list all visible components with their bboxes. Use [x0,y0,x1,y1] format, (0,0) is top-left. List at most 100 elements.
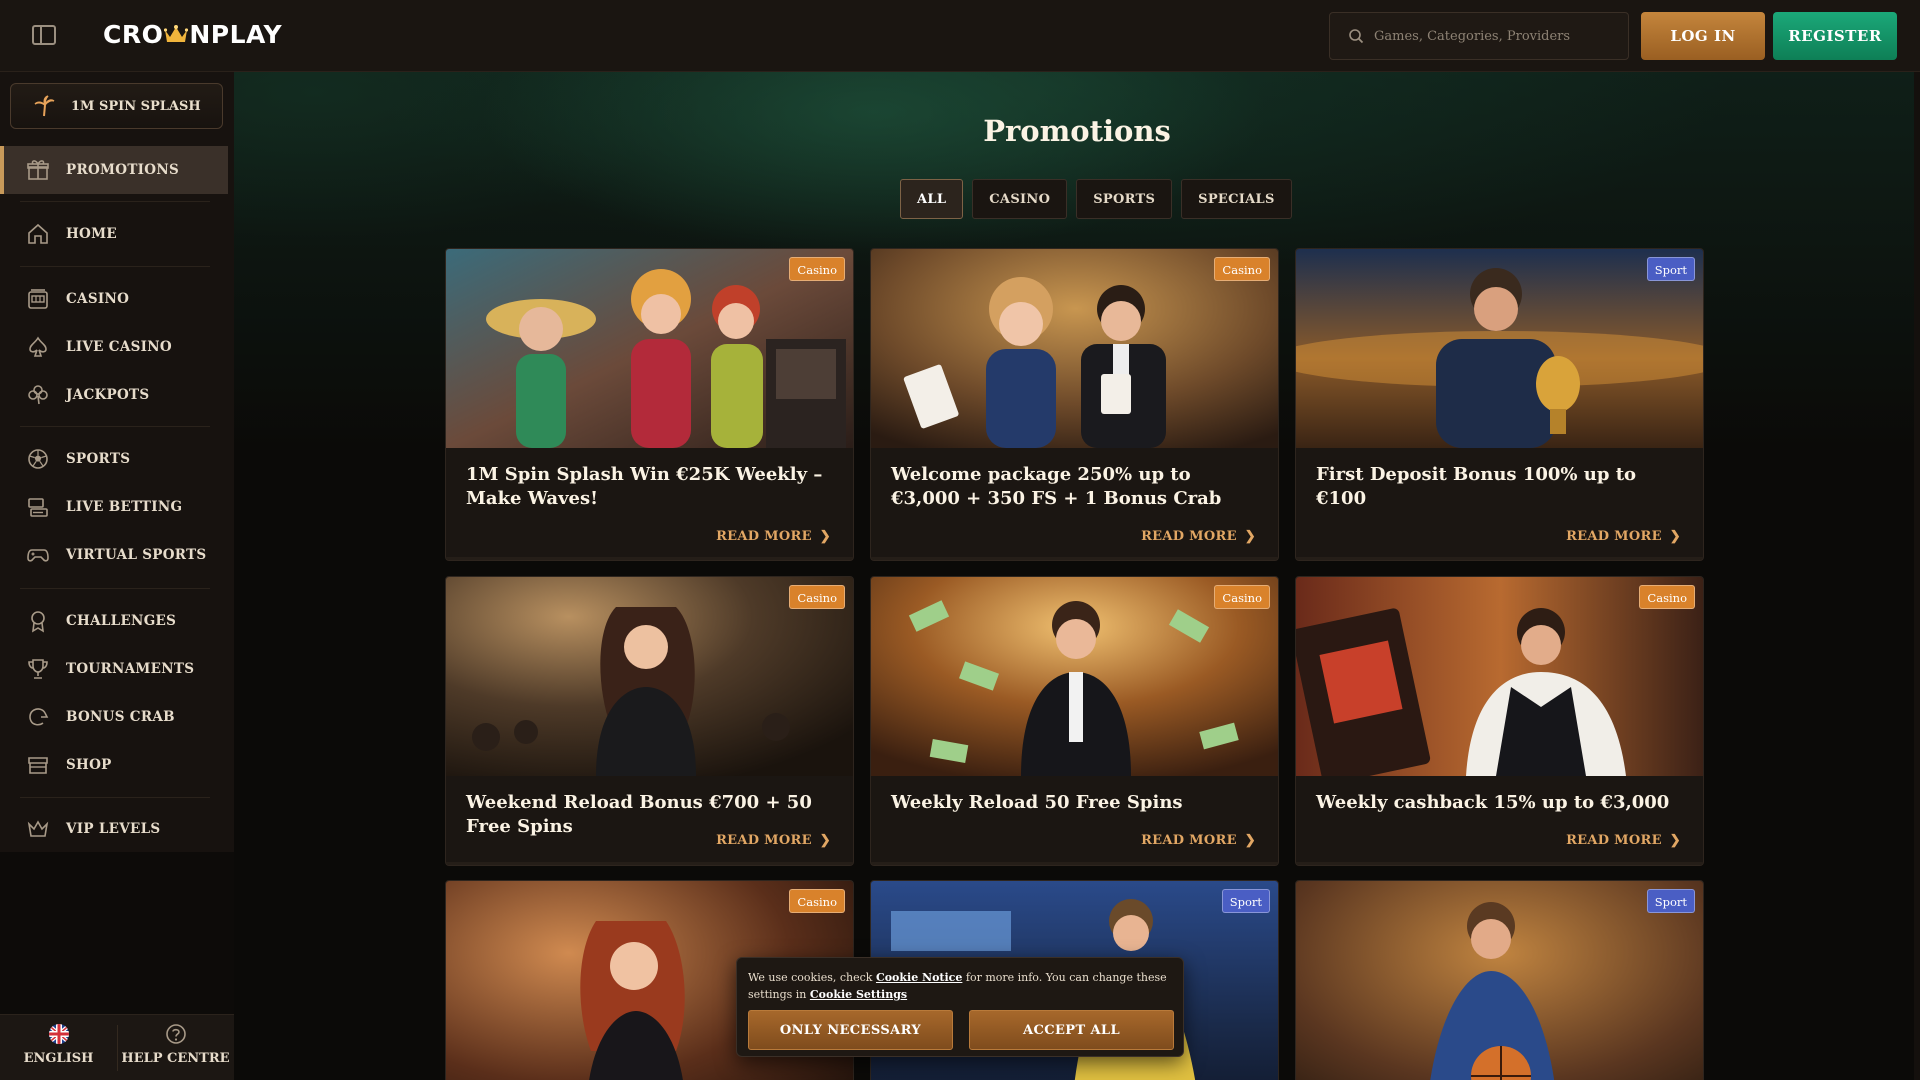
promo-card[interactable]: Casino 1M Spin Splash Win €25K Weekly – … [445,248,854,561]
live-betting-icon [28,498,48,517]
sidebar-item-label: TOURNAMENTS [66,661,195,677]
crownplay-logo[interactable]: CRO NPLAY [103,20,282,49]
read-more-link[interactable]: READ MORE ❯ [716,833,831,848]
search-icon [1349,29,1364,44]
promo-card-title: Weekend Reload Bonus €700 + 50 Free Spin… [466,792,812,837]
sidebar-item-label: CHALLENGES [66,613,177,629]
sidebar-item-challenges[interactable]: CHALLENGES [0,597,228,645]
trophy-icon [28,659,48,679]
sidebar-item-virtual-sports[interactable]: VIRTUAL SPORTS [0,531,228,579]
sidebar-item-label: JACKPOTS [66,387,150,403]
sidebar-item-label: VIP LEVELS [66,821,161,837]
promo-card[interactable]: Casino Weekend Reload Bonus €700 + 50 Fr… [445,576,854,866]
promo-card-title: Weekly cashback 15% up to €3,000 [1316,792,1670,813]
search-box[interactable] [1329,12,1629,60]
sidebar-item-promotions[interactable]: PROMOTIONS [0,146,228,194]
sidebar-item-label: CASINO [66,291,130,307]
cookie-message: We use cookies, check Cookie Notice for … [748,969,1168,1003]
crab-icon [29,708,49,726]
sidebar-item-vip-levels[interactable]: VIP LEVELS [0,805,228,853]
gift-icon [27,160,49,180]
cookie-settings-link[interactable]: Cookie Settings [810,988,907,1001]
read-more-link[interactable]: READ MORE ❯ [1141,833,1256,848]
tab-specials[interactable]: SPECIALS [1181,179,1292,219]
sidebar-item-jackpots[interactable]: JACKPOTS [0,371,228,419]
promo-card-title: 1M Spin Splash Win €25K Weekly – Make Wa… [466,464,823,509]
category-badge: Sport [1221,889,1270,913]
sidebar-item-label: BONUS CRAB [66,709,175,725]
tab-casino[interactable]: CASINO [972,179,1068,219]
sidebar-item-tournaments[interactable]: TOURNAMENTS [0,645,228,693]
sidebar-item-label: HOME [66,226,117,242]
chevron-right-icon: ❯ [1669,833,1681,848]
read-more-label: READ MORE [1141,833,1237,848]
chevron-right-icon: ❯ [819,833,831,848]
register-button[interactable]: REGISTER [1773,12,1897,60]
sidebar-divider [20,266,210,267]
gamepad-icon [27,549,49,562]
sidebar-item-shop[interactable]: SHOP [0,741,228,789]
promo-card[interactable]: Casino Welcome package 250% up to €3,000… [870,248,1279,561]
page-scrollbar[interactable] [1914,72,1920,1080]
sidebar-item-live-casino[interactable]: LIVE CASINO [0,323,228,371]
category-badge: Casino [789,585,845,609]
read-more-link[interactable]: READ MORE ❯ [1566,529,1681,544]
sidebar-item-label: SHOP [66,757,112,773]
help-centre-link[interactable]: HELP CENTRE [117,1023,234,1075]
sidebar-item-casino[interactable]: CASINO [0,275,228,323]
promo-card-title: Weekly Reload 50 Free Spins [891,792,1183,813]
tab-sports[interactable]: SPORTS [1076,179,1173,219]
sidebar-item-label: PROMOTIONS [66,162,180,178]
accept-all-button[interactable]: ACCEPT ALL [969,1010,1174,1050]
main-content: Promotions ALL CASINO SPORTS SPECIALS Ca… [234,72,1920,1080]
card-bottom-border [871,557,1278,560]
read-more-label: READ MORE [1566,833,1662,848]
palm-tree-icon [34,95,55,117]
sidebar-divider [20,201,210,202]
sidebar-item-label: LIVE CASINO [66,339,172,355]
category-badge: Sport [1646,257,1695,281]
cookie-notice-link[interactable]: Cookie Notice [876,971,962,984]
logo-crown-icon [164,21,189,42]
read-more-label: READ MORE [1566,529,1662,544]
promo-card-title: Welcome package 250% up to €3,000 + 350 … [891,464,1222,509]
only-necessary-button[interactable]: ONLY NECESSARY [748,1010,953,1050]
promo-card[interactable]: Casino Weekly cashback 15% up to €3,000 … [1295,576,1704,866]
sidebar-divider [20,426,210,427]
spin-splash-button[interactable]: 1M SPIN SPLASH [10,83,223,129]
clover-icon [28,385,48,405]
logo-text-start: CRO [103,20,164,49]
promo-card[interactable]: Sport First Deposit Bonus 100% up to €10… [1295,248,1704,561]
shop-icon [28,757,48,774]
read-more-link[interactable]: READ MORE ❯ [1566,833,1681,848]
card-bottom-border [446,557,853,560]
sidebar-item-label: SPORTS [66,451,131,467]
promo-card[interactable]: Casino Weekly Reload 50 Free Spins READ … [870,576,1279,866]
promotion-filter-tabs: ALL CASINO SPORTS SPECIALS [900,179,1292,219]
login-button[interactable]: LOG IN [1641,12,1765,60]
sidebar-item-live-betting[interactable]: LIVE BETTING [0,483,228,531]
promo-card[interactable]: Sport [1295,880,1704,1080]
sidebar-item-sports[interactable]: SPORTS [0,435,228,483]
language-selector[interactable]: ENGLISH [0,1023,117,1075]
uk-flag-icon [48,1024,69,1044]
search-input[interactable] [1374,28,1614,44]
chevron-right-icon: ❯ [1244,833,1256,848]
promo-card-image [1296,249,1703,448]
category-badge: Casino [1214,257,1270,281]
sidebar-footer: ENGLISH HELP CENTRE [0,1014,234,1080]
help-icon [165,1024,186,1044]
sidebar-item-home[interactable]: HOME [0,210,228,258]
category-badge: Casino [1214,585,1270,609]
read-more-link[interactable]: READ MORE ❯ [1141,529,1256,544]
top-header: CRO NPLAY LOG IN REGISTER [0,0,1920,72]
read-more-link[interactable]: READ MORE ❯ [716,529,831,544]
category-badge: Casino [789,889,845,913]
sidebar-item-label: LIVE BETTING [66,499,183,515]
tab-all[interactable]: ALL [900,179,964,219]
read-more-label: READ MORE [716,833,812,848]
sidebar-item-label: VIRTUAL SPORTS [66,547,207,563]
card-bottom-border [1296,557,1703,560]
sidebar-item-bonus-crab[interactable]: BONUS CRAB [0,693,228,741]
sidebar-toggle-icon[interactable] [32,25,56,45]
